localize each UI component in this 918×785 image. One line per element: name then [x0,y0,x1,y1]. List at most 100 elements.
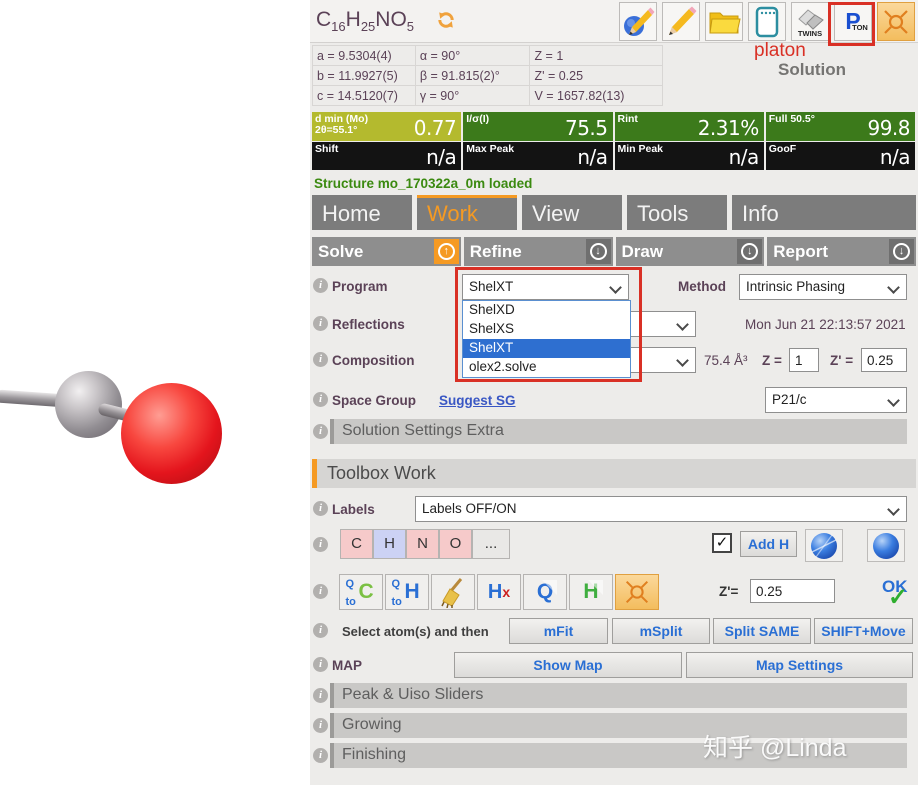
info-icon[interactable] [313,392,328,407]
chemical-formula: C16H25NO5 [316,8,414,34]
molecule-3d-viewport[interactable] [0,0,300,785]
goof-indicator[interactable]: GooF n/a [766,142,915,170]
info-icon[interactable] [313,316,328,331]
info-icon[interactable] [313,537,328,552]
element-n-button[interactable]: N [406,529,439,559]
show-map-button[interactable]: Show Map [454,652,682,678]
tab-view[interactable]: View [522,195,622,230]
tab-work[interactable]: Work [417,195,517,230]
zprime-input[interactable]: 0.25 [861,348,907,372]
dmin-indicator[interactable]: d min (Mo) 2θ=55.1° 0.77 [312,112,461,141]
report-expand-button[interactable]: ↓ [889,239,914,264]
i-sigma-value: 75.5 [565,116,608,140]
q-to-h-button[interactable]: Q to H [385,574,429,610]
center-view-icon[interactable] [877,2,915,41]
info-icon[interactable] [313,623,328,638]
cell-z: Z = 1 [530,46,663,66]
map-settings-button[interactable]: Map Settings [686,652,913,678]
refine-expand-button[interactable]: ↓ [586,239,611,264]
toggle-q-letter: Q [537,580,553,604]
cell-c: c = 14.5120(7) [313,86,416,106]
i-sigma-indicator[interactable]: I/σ(I) 75.5 [463,112,612,141]
q-to-h-to: to [392,596,402,608]
info-icon[interactable] [313,278,328,293]
tab-tools[interactable]: Tools [627,195,727,230]
subtab-refine[interactable]: Refine ↓ [464,237,613,266]
add-h-button[interactable]: Add H [740,531,797,557]
subtab-report[interactable]: Report ↓ [767,237,916,266]
ok-button[interactable]: OK ✓ [880,575,916,609]
unit-cell-table: a = 9.5304(4) α = 90° Z = 1 b = 11.9927(… [312,45,663,106]
quality-indicator-grid: d min (Mo) 2θ=55.1° 0.77 I/σ(I) 75.5 Rin… [312,112,915,170]
toggle-h-button[interactable]: H [569,574,613,610]
dmin-value: 0.77 [414,116,457,140]
element-h-button[interactable]: H [373,529,406,559]
i-sigma-label: I/σ(I) [466,114,489,125]
refresh-formula-icon[interactable] [436,10,456,30]
toolbox-zprime-input[interactable]: 0.25 [750,579,835,603]
draw-pencil-icon[interactable] [662,2,700,41]
max-peak-value: n/a [577,145,607,169]
tab-info[interactable]: Info [732,195,916,230]
completeness-value: 99.8 [867,116,910,140]
element-o-button[interactable]: O [439,529,472,559]
rint-value: 2.31% [698,116,759,140]
q-to-h-q: Q [392,578,401,590]
z-input[interactable]: 1 [789,348,819,372]
center-molecule-button[interactable] [615,574,659,610]
element-more-button[interactable]: ... [472,529,510,559]
msplit-button[interactable]: mSplit [612,618,710,644]
info-icon[interactable] [313,501,328,516]
suggest-sg-link[interactable]: Suggest SG [439,393,516,408]
delete-h-x: x [502,584,510,600]
info-icon[interactable] [313,352,328,367]
toggle-q-peaks-button[interactable]: Q [523,574,567,610]
info-icon[interactable] [313,718,328,733]
method-select[interactable]: Intrinsic Phasing [739,274,907,300]
split-same-button[interactable]: Split SAME [713,618,811,644]
shift-move-button[interactable]: SHIFT+Move [814,618,913,644]
info-icon[interactable] [313,584,328,599]
twins-icon[interactable]: TWINS [791,2,829,41]
mfit-button[interactable]: mFit [509,618,608,644]
q-to-h-h: H [405,580,423,604]
section-peak-uiso-sliders[interactable]: Peak & Uiso Sliders [330,683,907,708]
select-atoms-row: Select atom(s) and then mFit mSplit Spli… [310,617,918,645]
completeness-label: Full 50.5° [769,114,815,125]
notes-icon[interactable] [748,2,786,41]
control-panel: C16H25NO5 [310,0,918,785]
space-group-select[interactable]: P21/c [765,387,907,413]
max-peak-indicator[interactable]: Max Peak n/a [463,142,612,170]
subtab-draw[interactable]: Draw ↓ [616,237,765,266]
info-icon[interactable] [313,748,328,763]
tidy-broom-button[interactable] [431,574,475,610]
q-to-c-to: to [346,596,356,608]
toolbox-work-header[interactable]: Toolbox Work [312,459,916,488]
open-folder-icon[interactable] [705,2,743,41]
subtab-solve[interactable]: Solve ↑ [312,237,461,266]
info-icon[interactable] [313,657,328,672]
rint-indicator[interactable]: Rint 2.31% [615,112,764,141]
wireframe-sphere-icon[interactable] [805,529,843,562]
min-peak-indicator[interactable]: Min Peak n/a [615,142,764,170]
tab-home[interactable]: Home [312,195,412,230]
edit-structure-icon[interactable] [619,2,657,41]
status-message: Structure mo_170322a_0m loaded [314,176,532,191]
section-solution-settings-extra[interactable]: Solution Settings Extra [330,419,907,444]
info-icon[interactable] [313,688,328,703]
delete-h-button[interactable]: Hx [477,574,521,610]
element-c-button[interactable]: C [340,529,373,559]
volume-per-unit: 75.4 Å³ [704,353,748,368]
oxygen-atom-sphere[interactable] [121,383,222,484]
cell-a: a = 9.5304(4) [313,46,416,66]
info-icon[interactable] [313,424,328,439]
arrow-down-icon: ↓ [590,243,607,260]
shift-indicator[interactable]: Shift n/a [312,142,461,170]
draw-expand-button[interactable]: ↓ [737,239,762,264]
completeness-indicator[interactable]: Full 50.5° 99.8 [766,112,915,141]
q-to-c-button[interactable]: Q to C [339,574,383,610]
solid-sphere-icon[interactable] [867,529,905,562]
labels-select[interactable]: Labels OFF/ON [415,496,907,522]
add-h-checkbox[interactable]: ✓ [712,533,732,553]
solve-collapse-button[interactable]: ↑ [434,239,459,264]
